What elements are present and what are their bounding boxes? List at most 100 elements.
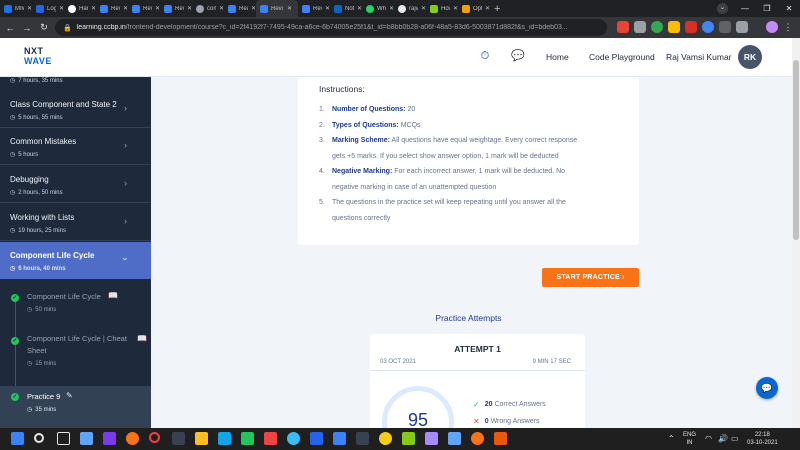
browser-tab[interactable]: Wha✕ <box>362 0 394 17</box>
user-name[interactable]: Raj Vamsi Kumar <box>666 52 732 62</box>
reload-icon[interactable]: ↻ <box>37 22 51 33</box>
minimize-icon[interactable]: — <box>734 4 756 13</box>
volume-icon[interactable]: 🔊 <box>718 434 728 443</box>
wifi-icon[interactable]: ◠ <box>705 434 712 443</box>
browser-tab[interactable]: MIW✕ <box>0 0 32 17</box>
notion-icon[interactable] <box>172 432 185 445</box>
vscode-icon[interactable] <box>310 432 323 445</box>
sidebar-topic-component-life-cycle[interactable]: Component Life Cycle ◷ 6 hours, 40 mins › <box>0 242 151 279</box>
extension-icon[interactable] <box>702 21 714 33</box>
browser-tab[interactable]: rajv ✕ <box>394 0 426 17</box>
sidebar-subitem-component-life-cycle[interactable]: ✓ Component Life Cycle 📖 ◷ 50 mins <box>0 280 151 320</box>
search-icon[interactable] <box>34 433 44 443</box>
subitem-duration: ◷ 50 mins <box>27 306 56 314</box>
page-scrollbar-thumb[interactable] <box>793 60 799 240</box>
stopwatch-icon[interactable]: ⏱ <box>478 49 492 63</box>
clock[interactable]: 22:18 03-10-2021 <box>747 431 778 447</box>
browser-tab[interactable]: Noti✕ <box>330 0 362 17</box>
nxtwave-logo[interactable]: NXT WAVE <box>24 46 52 66</box>
tab-close-icon[interactable]: ✕ <box>287 5 292 12</box>
sidebar-subitem-practice-9[interactable]: ✓ Practice 9 ✎ ◷ 35 mins <box>0 386 151 428</box>
back-icon[interactable]: ← <box>3 23 17 33</box>
browser-tab[interactable]: Revi✕ <box>96 0 128 17</box>
browser-tab[interactable]: Reac✕ <box>224 0 256 17</box>
course-sidebar: ◷ 7 hours, 35 mins Class Component and St… <box>0 77 151 428</box>
url-text[interactable]: learning.ccbp.in/frontend-development/co… <box>77 24 577 31</box>
store-icon[interactable] <box>218 432 231 445</box>
instruction-value-cont: gets +5 marks. If you select show answer… <box>332 152 559 160</box>
task-view-icon[interactable] <box>57 432 70 445</box>
tab-label: Noti <box>345 5 354 12</box>
chat-support-button[interactable]: 💬 <box>756 377 778 399</box>
app-icon[interactable] <box>402 432 415 445</box>
avatar[interactable]: RK <box>738 45 762 69</box>
sidebar-topic-debugging[interactable]: Debugging ◷ 2 hours, 50 mins › <box>0 166 151 203</box>
topic-title: Common Mistakes <box>10 137 77 146</box>
firefox-icon[interactable] <box>126 432 139 445</box>
python-icon[interactable] <box>333 432 346 445</box>
new-tab-icon[interactable]: + <box>494 3 500 15</box>
photos-icon[interactable] <box>241 432 254 445</box>
close-window-icon[interactable]: ✕ <box>778 4 800 13</box>
sidebar-topic-class-component-and-state-2[interactable]: Class Component and State 2 ◷ 5 hours, 55… <box>0 91 151 128</box>
chrome-icon[interactable] <box>379 432 392 445</box>
address-bar[interactable]: 🔒 learning.ccbp.in/frontend-development/… <box>55 19 607 36</box>
windows-start-icon[interactable] <box>11 432 24 445</box>
maximize-icon[interactable]: ❐ <box>756 4 778 13</box>
browser-tab-active[interactable]: Revi ✕ <box>256 0 298 17</box>
teams-chat-icon[interactable] <box>103 432 116 445</box>
file-explorer-icon[interactable] <box>195 432 208 445</box>
nav-code-playground-link[interactable]: Code Playground <box>589 52 655 62</box>
brave-icon[interactable] <box>264 432 277 445</box>
sidebar-topic-working-with-lists[interactable]: Working with Lists ◷ 19 hours, 25 mins › <box>0 204 151 241</box>
lang-secondary: IN <box>686 440 693 446</box>
correct-answers-row: ✓ 20 Correct Answers <box>473 400 546 409</box>
browser-tab[interactable]: Opti✕ <box>458 0 490 17</box>
browser-tab[interactable]: Harr✕ <box>64 0 96 17</box>
browser-tab[interactable]: Revi✕ <box>128 0 160 17</box>
lock-icon[interactable]: 🔒 <box>63 24 72 32</box>
browser-toolbar: ← → ↻ 🔒 learning.ccbp.in/frontend-develo… <box>0 17 800 38</box>
extension-icon[interactable] <box>685 21 697 33</box>
window-controls: — ❐ ✕ <box>734 0 800 17</box>
extension-icon[interactable] <box>634 21 646 33</box>
app-icon[interactable] <box>448 432 461 445</box>
browser-tab[interactable]: Logi✕ <box>32 0 64 17</box>
nav-home-link[interactable]: Home <box>546 52 569 62</box>
extension-icon[interactable] <box>668 21 680 33</box>
extension-icon[interactable] <box>617 21 629 33</box>
instruction-value-cont: negative marking in case of an unattempt… <box>332 183 497 191</box>
browser-tab[interactable]: com ✕ <box>192 0 224 17</box>
extensions-puzzle-icon[interactable] <box>736 21 748 33</box>
tab-search-icon[interactable]: ⌄ <box>717 3 728 14</box>
topic-duration-text: 19 hours, 25 mins <box>18 227 66 234</box>
telegram-icon[interactable] <box>287 432 300 445</box>
forward-icon[interactable]: → <box>20 23 34 33</box>
windows-taskbar: ⌃ ENG IN ◠ 🔊 ▭ 22:18 03-10-2021 <box>0 428 800 450</box>
language-indicator[interactable]: ENG IN <box>683 431 696 447</box>
sidebar-topic-common-mistakes[interactable]: Common Mistakes ◷ 5 hours › <box>0 128 151 165</box>
instruction-value: The questions in the practice set will k… <box>332 199 566 206</box>
browser-tab[interactable]: How✕ <box>426 0 458 17</box>
tab-close-icon[interactable]: ✕ <box>485 5 490 12</box>
ubuntu-icon[interactable] <box>471 432 484 445</box>
battery-icon[interactable]: ▭ <box>731 434 739 443</box>
chat-question-icon[interactable]: 💬 <box>511 49 525 63</box>
app-icon[interactable] <box>494 432 507 445</box>
profile-avatar-icon[interactable] <box>766 21 778 33</box>
clock-date: 03-10-2021 <box>747 440 778 446</box>
opera-icon[interactable] <box>149 432 160 443</box>
sidebar-subitem-component-life-cycle-cheat-sheet[interactable]: ✓ Component Life Cycle | Cheat Sheet 📖 ◷… <box>0 327 151 375</box>
app-icon[interactable] <box>425 432 438 445</box>
extension-icon[interactable] <box>651 21 663 33</box>
terminal-icon[interactable] <box>356 432 369 445</box>
browser-menu-icon[interactable]: ⋮ <box>782 21 794 33</box>
extension-icon[interactable] <box>719 21 731 33</box>
chevron-right-icon: › <box>124 103 127 113</box>
chevron-up-icon[interactable]: ⌃ <box>668 434 675 443</box>
start-practice-button[interactable]: START PRACTICE › <box>542 268 639 287</box>
widgets-icon[interactable] <box>80 432 93 445</box>
instruction-item: 3. Marking Scheme: All questions have eq… <box>319 133 639 165</box>
browser-tab[interactable]: Revi✕ <box>160 0 192 17</box>
browser-tab[interactable]: Revi✕ <box>298 0 330 17</box>
